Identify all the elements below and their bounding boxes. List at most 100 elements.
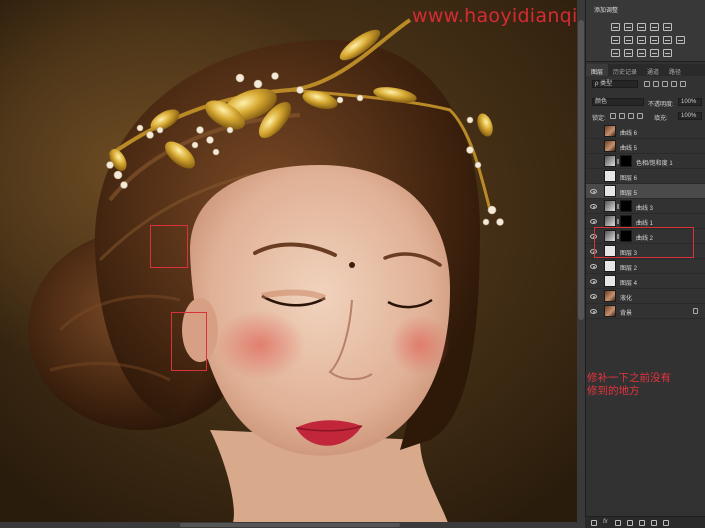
layer-thumbnail[interactable]: [604, 200, 616, 212]
annotation-note-line-1: 修补一下之前没有: [587, 372, 671, 384]
lock-brush-icon[interactable]: [619, 113, 625, 119]
filter-adjust-icon[interactable]: [653, 81, 659, 87]
eye-icon[interactable]: [590, 264, 597, 269]
layer-name: 曲线 6: [620, 131, 638, 137]
layer-name: 图层 2: [620, 266, 638, 272]
gradient-map-icon[interactable]: [650, 49, 659, 57]
brightness-icon[interactable]: [611, 23, 620, 31]
layer-thumbnail[interactable]: [604, 155, 616, 167]
filter-shape-icon[interactable]: [671, 81, 677, 87]
lock-all-icon[interactable]: [637, 113, 643, 119]
hue-saturation-icon[interactable]: [611, 36, 620, 44]
layer-row[interactable]: 图层 4: [586, 274, 705, 289]
layer-name: 图层 4: [620, 281, 638, 287]
layer-thumbnail[interactable]: [604, 305, 616, 317]
layer-mask-thumbnail[interactable]: [620, 200, 632, 212]
layer-thumbnail[interactable]: [604, 260, 616, 272]
new-adjustment-icon[interactable]: [627, 520, 633, 526]
layer-thumbnail[interactable]: [604, 290, 616, 302]
layer-row[interactable]: 曲线 3: [586, 199, 705, 214]
threshold-icon[interactable]: [637, 49, 646, 57]
selective-color-icon[interactable]: [663, 49, 672, 57]
layer-row[interactable]: 曲线 6: [586, 124, 705, 139]
lock-icon: [693, 308, 698, 314]
document-canvas[interactable]: www.haoyidianqingzhi.com: [0, 0, 585, 528]
layer-name: 液化: [620, 296, 633, 302]
layer-row[interactable]: 图层 2: [586, 259, 705, 274]
tab-paths[interactable]: 路径: [664, 64, 686, 76]
fill-label: 填充:: [654, 116, 668, 122]
adjustments-panel: 添加调整: [586, 0, 705, 62]
filter-pixel-icon[interactable]: [644, 81, 650, 87]
layer-name: 曲线 5: [620, 146, 638, 152]
filter-row: ρ 类型: [586, 78, 705, 90]
channel-mixer-icon[interactable]: [663, 36, 672, 44]
fx-button[interactable]: fx: [603, 519, 608, 525]
levels-icon[interactable]: [624, 23, 633, 31]
eye-icon[interactable]: [590, 279, 597, 284]
curves-icon[interactable]: [637, 23, 646, 31]
eye-icon[interactable]: [590, 189, 597, 194]
tab-layers[interactable]: 图层: [586, 64, 609, 76]
layer-thumbnail[interactable]: [604, 275, 616, 287]
chain-link-icon: [617, 204, 619, 209]
color-lookup-icon[interactable]: [676, 36, 685, 44]
link-layers-icon[interactable]: [591, 520, 597, 526]
layer-thumbnail[interactable]: [604, 140, 616, 152]
chain-link-icon: [617, 159, 619, 164]
horizontal-scrollbar[interactable]: [0, 522, 585, 528]
tab-channels[interactable]: 通道: [642, 64, 664, 76]
lock-position-icon[interactable]: [628, 113, 634, 119]
lock-row: 锁定: 填充: 100%: [586, 110, 705, 122]
fill-input[interactable]: 100%: [678, 112, 702, 120]
layer-row[interactable]: 曲线 5: [586, 139, 705, 154]
layers-panel-tabs: 图层 历史记录 通道 路径: [586, 64, 705, 76]
delete-layer-icon[interactable]: [663, 520, 669, 526]
filter-kind-select[interactable]: ρ 类型: [592, 80, 638, 88]
layer-thumbnail[interactable]: [604, 215, 616, 227]
add-mask-icon[interactable]: [615, 520, 621, 526]
layer-thumbnail[interactable]: [604, 185, 616, 197]
layers-list: 曲线 6 曲线 5 色相/饱和度 1 图层 6 图层 5 曲线 3 曲线 1 曲线 2 图层 3…: [586, 124, 705, 319]
new-layer-icon[interactable]: [651, 520, 657, 526]
color-balance-icon[interactable]: [624, 36, 633, 44]
chain-link-icon: [617, 219, 619, 224]
blend-row: 颜色 不透明度: 100%: [586, 96, 705, 108]
opacity-label: 不透明度:: [648, 102, 674, 108]
layer-mask-thumbnail[interactable]: [620, 215, 632, 227]
eye-icon[interactable]: [590, 309, 597, 314]
layer-thumbnail[interactable]: [604, 170, 616, 182]
annotation-box-hair: [150, 225, 188, 268]
black-white-icon[interactable]: [637, 36, 646, 44]
layer-name: 图层 6: [620, 176, 638, 182]
layer-name: 曲线 1: [636, 221, 654, 227]
opacity-input[interactable]: 100%: [678, 98, 702, 106]
posterize-icon[interactable]: [624, 49, 633, 57]
layer-row[interactable]: 图层 5: [586, 184, 705, 199]
layer-row[interactable]: 背景: [586, 304, 705, 319]
layer-row[interactable]: 图层 6: [586, 169, 705, 184]
layer-mask-thumbnail[interactable]: [620, 155, 632, 167]
exposure-icon[interactable]: [650, 23, 659, 31]
lock-pixels-icon[interactable]: [610, 113, 616, 119]
annotation-note: 修补一下之前没有 修到的地方: [585, 372, 705, 398]
annotation-box-cheek: [171, 312, 207, 371]
invert-icon[interactable]: [611, 49, 620, 57]
watermark-text: www.haoyidianqingzhi.com: [412, 5, 585, 27]
right-panels: 添加调整 图层 历史记录 通道 路径 ρ 类型 颜色 不透明度: 100% 锁定…: [585, 0, 705, 528]
vertical-scrollbar[interactable]: [577, 0, 585, 528]
layer-thumbnail[interactable]: [604, 125, 616, 137]
layers-panel: 图层 历史记录 通道 路径 ρ 类型 颜色 不透明度: 100% 锁定: 填充:…: [586, 64, 705, 528]
tab-history[interactable]: 历史记录: [608, 64, 642, 76]
filter-type-icon[interactable]: [662, 81, 668, 87]
eye-icon[interactable]: [590, 204, 597, 209]
eye-icon[interactable]: [590, 294, 597, 299]
layer-row[interactable]: 色相/饱和度 1: [586, 154, 705, 169]
vibrance-icon[interactable]: [663, 23, 672, 31]
photo-filter-icon[interactable]: [650, 36, 659, 44]
layer-row[interactable]: 液化: [586, 289, 705, 304]
blend-mode-select[interactable]: 颜色: [592, 98, 644, 106]
new-group-icon[interactable]: [639, 520, 645, 526]
filter-smart-icon[interactable]: [680, 81, 686, 87]
eye-icon[interactable]: [590, 219, 597, 224]
